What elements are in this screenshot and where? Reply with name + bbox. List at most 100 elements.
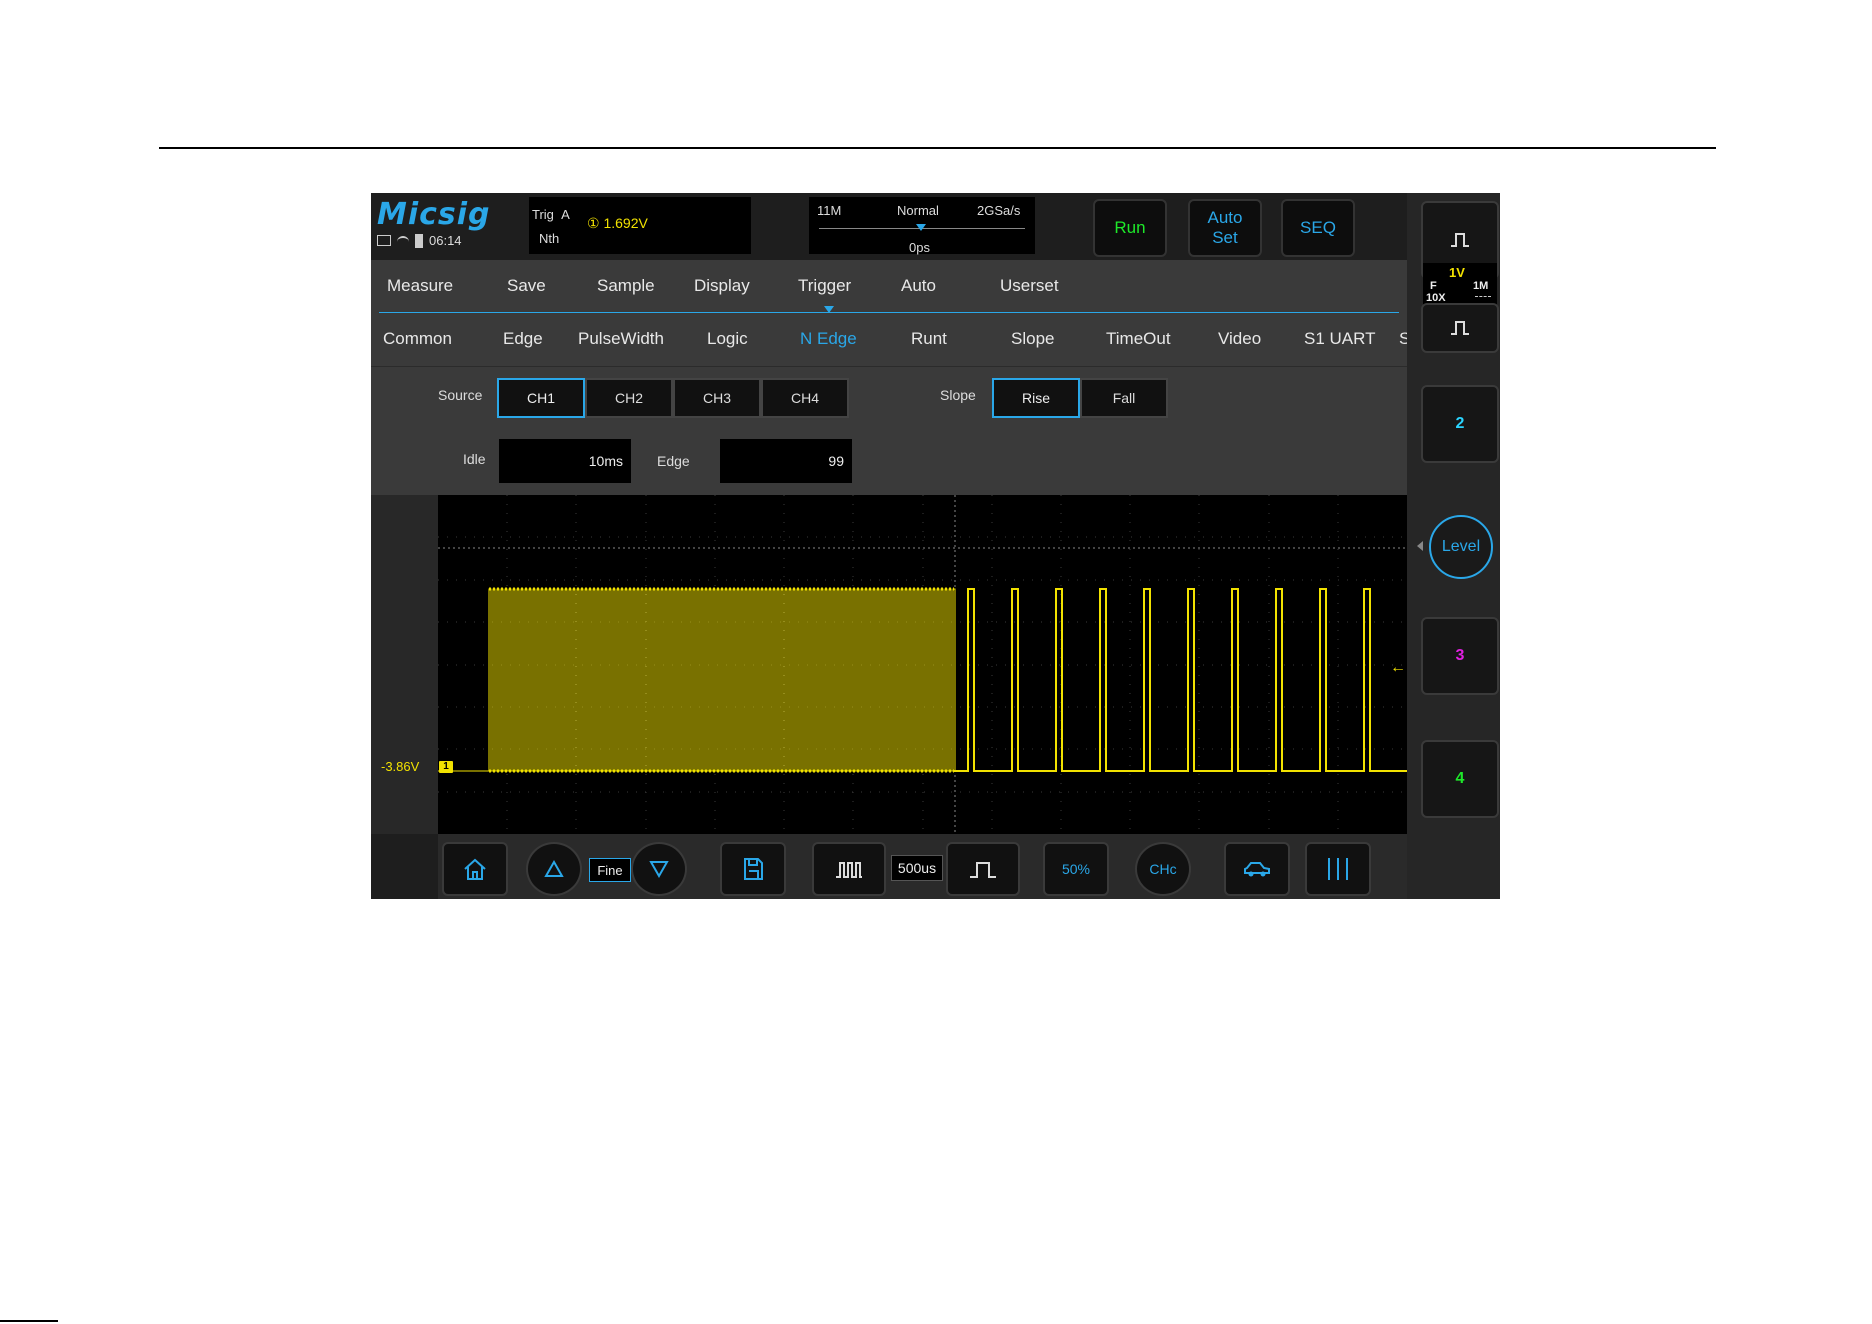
tab-display[interactable]: Display: [694, 276, 750, 296]
source-ch1-button[interactable]: CH1: [497, 378, 585, 418]
ch1-ground-marker[interactable]: 1: [439, 761, 453, 773]
up-triangle-icon: [544, 860, 564, 877]
ch1-waveform-button[interactable]: [1421, 303, 1499, 353]
ch3-button[interactable]: 3: [1421, 617, 1499, 695]
timebase-readout[interactable]: 500us: [891, 855, 943, 881]
waveform-left-margin: [371, 495, 438, 834]
save-button[interactable]: [720, 842, 786, 896]
chc-button[interactable]: CHc: [1135, 842, 1191, 896]
trig-type: Nth: [539, 231, 560, 246]
clock-time: 06:14: [429, 233, 462, 248]
source-ch4-button[interactable]: CH4: [761, 378, 849, 418]
ch1-offset-readout: -3.86V: [381, 759, 420, 774]
tab-sample[interactable]: Sample: [597, 276, 655, 296]
tab-trigger[interactable]: Trigger: [798, 276, 851, 296]
tab-auto[interactable]: Auto: [901, 276, 936, 296]
footer-rule: [0, 1320, 58, 1322]
cursor-bars-icon: [1328, 858, 1348, 880]
trigger-type-runt[interactable]: Runt: [911, 329, 947, 349]
sample-rate: 2GSa/s: [977, 203, 1021, 218]
increase-button[interactable]: [526, 842, 582, 896]
micsig-logo: Micsig: [377, 197, 491, 232]
slope-label: Slope: [940, 387, 976, 403]
menu-panel: Measure Save Sample Display Trigger Auto…: [371, 260, 1408, 515]
ch4-button[interactable]: 4: [1421, 740, 1499, 818]
zoom-out-pulse-icon: [836, 862, 862, 878]
ch2-button[interactable]: 2: [1421, 385, 1499, 463]
trigger-type-pulsewidth[interactable]: PulseWidth: [578, 329, 664, 349]
cursor-button[interactable]: [1305, 842, 1371, 896]
fifty-percent-button[interactable]: 50%: [1043, 842, 1109, 896]
ch1-burst-pulses: [438, 588, 957, 772]
trigger-type-edge[interactable]: Edge: [503, 329, 543, 349]
trigger-type-s1-uart[interactable]: S1 UART: [1304, 329, 1376, 349]
fine-toggle[interactable]: Fine: [589, 858, 631, 882]
ch1-sparse-pulses: [954, 588, 1407, 772]
ch1-scale: 1V: [1449, 265, 1465, 280]
trig-label: Trig A: [532, 207, 570, 222]
timebase-status-box[interactable]: 11M Normal 2GSa/s 0ps: [809, 197, 1035, 255]
wifi-icon: [397, 235, 409, 246]
trig-level: ① 1.692V: [587, 215, 648, 231]
slope-rise-button[interactable]: Rise: [992, 378, 1080, 418]
source-label: Source: [438, 387, 483, 403]
edge-count-field[interactable]: 99: [720, 439, 852, 483]
slope-fall-button[interactable]: Fall: [1080, 378, 1168, 418]
horizontal-position: 0ps: [909, 240, 930, 255]
trigger-status-box[interactable]: Trig A Nth ① 1.692V: [529, 197, 751, 254]
submenu-divider: [371, 366, 1407, 367]
source-ch2-button[interactable]: CH2: [585, 378, 673, 418]
tab-save[interactable]: Save: [507, 276, 546, 296]
status-row: 06:14: [377, 233, 462, 248]
trigger-position-marker: [916, 224, 926, 231]
idle-time-field[interactable]: 10ms: [499, 439, 631, 483]
channel-column: 1V F 10X 1M 2 Level 3 4: [1407, 193, 1500, 899]
waveform-canvas: [438, 495, 1407, 834]
tab-userset[interactable]: Userset: [1000, 276, 1059, 296]
ch1-signal-trace: [438, 587, 1407, 773]
trigger-type-slope[interactable]: Slope: [1011, 329, 1054, 349]
zoom-in-pulse-icon: [970, 862, 996, 878]
edge-label: Edge: [657, 453, 690, 469]
idle-label: Idle: [463, 451, 486, 467]
bottom-toolbar: Fine 500us 50% CHc: [438, 834, 1407, 899]
pulse-icon: [1451, 321, 1469, 335]
trigger-type-n-edge[interactable]: N Edge: [800, 329, 857, 349]
menu-divider: [379, 312, 1399, 313]
ch1-impedance: 1M: [1473, 280, 1489, 292]
save-icon: [744, 858, 763, 880]
trigger-type-timeout[interactable]: TimeOut: [1106, 329, 1171, 349]
trigger-type-common[interactable]: Common: [383, 329, 452, 349]
trigger-type-logic[interactable]: Logic: [707, 329, 748, 349]
trigger-type-more[interactable]: S: [1399, 329, 1407, 349]
menu-tabs: Measure Save Sample Display Trigger Auto…: [371, 260, 1407, 312]
level-caret-icon: [1417, 541, 1423, 551]
waveform-display[interactable]: [438, 495, 1407, 834]
seq-button[interactable]: SEQ: [1281, 199, 1355, 257]
trigger-level-arrow-icon[interactable]: ←: [1390, 659, 1406, 677]
home-icon: [464, 858, 486, 880]
auto-set-button[interactable]: Auto Set: [1188, 199, 1262, 257]
memory-depth: 11M: [817, 203, 842, 218]
decrease-button[interactable]: [631, 842, 687, 896]
ch1-settings-box[interactable]: 1V F 10X 1M: [1423, 263, 1497, 307]
run-button[interactable]: Run: [1093, 199, 1167, 257]
home-button[interactable]: [442, 842, 508, 896]
trigger-mode: Normal: [897, 203, 939, 218]
source-ch3-button[interactable]: CH3: [673, 378, 761, 418]
page-top-rule: [159, 147, 1716, 149]
monitor-icon: [377, 235, 391, 246]
trigger-type-video[interactable]: Video: [1218, 329, 1261, 349]
ch1-coupling: F: [1430, 280, 1437, 292]
down-triangle-icon: [649, 861, 669, 878]
auto-measure-button[interactable]: [1224, 842, 1290, 896]
car-icon: [1244, 862, 1270, 877]
battery-icon: [415, 233, 423, 248]
tab-measure[interactable]: Measure: [387, 276, 453, 296]
dc-coupling-icon: [1475, 296, 1491, 298]
pulse-icon: [1451, 233, 1469, 247]
oscilloscope-screen: Micsig 06:14 Trig A Nth ① 1.692V 11M Nor…: [371, 193, 1500, 899]
trigger-level-knob[interactable]: Level: [1429, 515, 1493, 579]
timebase-decrease-button[interactable]: [812, 842, 886, 896]
timebase-increase-button[interactable]: [946, 842, 1020, 896]
